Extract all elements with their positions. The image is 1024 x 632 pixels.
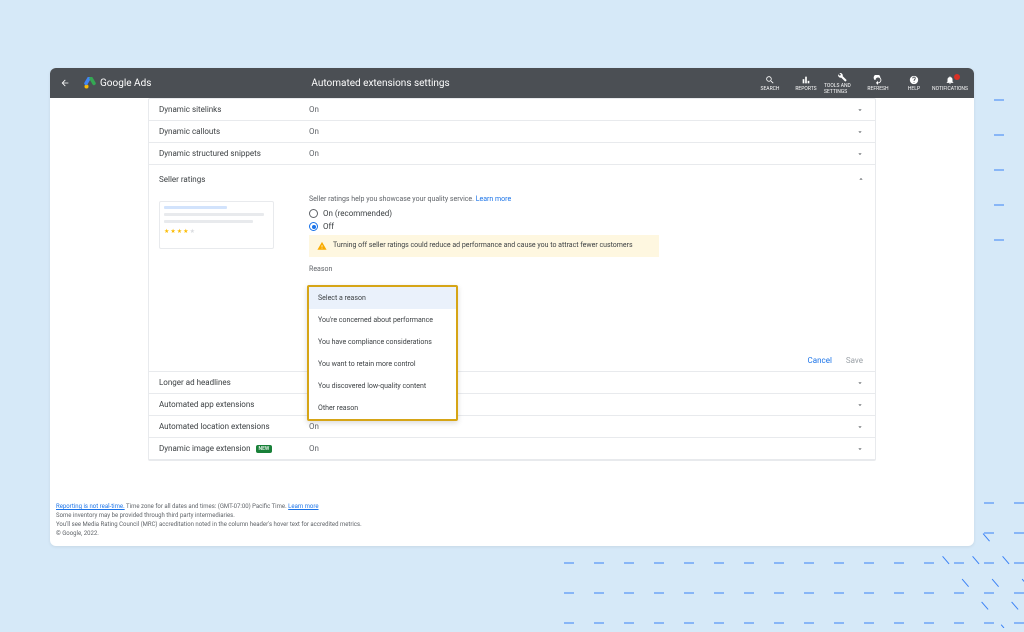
- dropdown-option[interactable]: Other reason: [309, 397, 456, 419]
- warning-banner: Turning off seller ratings could reduce …: [309, 235, 659, 257]
- learn-more-link[interactable]: Learn more: [288, 503, 318, 510]
- refresh-icon: [873, 75, 883, 85]
- collapse-icon[interactable]: [857, 175, 865, 185]
- search-button[interactable]: SEARCH: [752, 72, 788, 95]
- radio-icon: [309, 222, 318, 231]
- row-value: On: [309, 444, 845, 453]
- row-automated-app-extensions[interactable]: Automated app extensions On: [149, 394, 875, 416]
- row-value: On: [309, 105, 845, 114]
- dropdown-option[interactable]: You're concerned about performance: [309, 309, 456, 331]
- save-button[interactable]: Save: [846, 356, 863, 365]
- row-automated-location-extensions[interactable]: Automated location extensions On: [149, 416, 875, 438]
- row-label: Automated location extensions: [159, 422, 270, 431]
- expand-icon: [845, 106, 875, 114]
- reports-button[interactable]: REPORTS: [788, 72, 824, 95]
- row-label: Automated app extensions: [159, 400, 254, 409]
- search-icon: [765, 75, 775, 85]
- row-value: On: [309, 149, 845, 158]
- page-title: Automated extensions settings: [311, 78, 449, 89]
- row-label: Dynamic structured snippets: [159, 149, 261, 158]
- expand-icon: [845, 379, 875, 387]
- notification-badge: [954, 74, 960, 80]
- wrench-icon: [837, 72, 847, 82]
- row-longer-ad-headlines[interactable]: Longer ad headlines On: [149, 372, 875, 394]
- content-area: Dynamic sitelinks On Dynamic callouts On…: [50, 98, 974, 461]
- action-bar: Cancel Save: [149, 350, 875, 371]
- back-button[interactable]: [50, 78, 80, 88]
- reports-icon: [801, 75, 811, 85]
- reason-label: Reason: [309, 265, 875, 273]
- row-dynamic-sitelinks[interactable]: Dynamic sitelinks On: [149, 99, 875, 121]
- star-rating-icon: ★★★★★: [164, 229, 269, 235]
- expand-icon: [845, 445, 875, 453]
- row-seller-ratings-expanded: Seller ratings ★★★★★ Seller ratings help…: [149, 165, 875, 372]
- row-label: Dynamic sitelinks: [159, 105, 221, 114]
- row-label: Seller ratings: [159, 175, 309, 185]
- expand-icon: [845, 401, 875, 409]
- row-label: Dynamic callouts: [159, 127, 220, 136]
- notifications-button[interactable]: NOTIFICATIONS: [932, 72, 968, 95]
- description-text: Seller ratings help you showcase your qu…: [309, 195, 875, 203]
- reporting-link[interactable]: Reporting is not real-time.: [56, 503, 125, 510]
- warning-icon: [317, 241, 327, 251]
- app-shell: Google Ads Automated extensions settings…: [50, 68, 974, 546]
- radio-icon: [309, 209, 318, 218]
- row-label: Longer ad headlines: [159, 378, 231, 387]
- google-ads-icon: [84, 77, 96, 89]
- radio-off[interactable]: Off: [309, 222, 875, 231]
- product-name: Google Ads: [100, 78, 151, 89]
- dropdown-option[interactable]: You discovered low-quality content: [309, 375, 456, 397]
- tools-settings-button[interactable]: TOOLS AND SETTINGS: [824, 72, 860, 95]
- row-value: On: [309, 127, 845, 136]
- expand-icon: [845, 150, 875, 158]
- help-icon: [909, 75, 919, 85]
- topbar: Google Ads Automated extensions settings…: [50, 68, 974, 98]
- new-badge: NEW: [256, 445, 273, 453]
- product-logo: Google Ads: [80, 77, 151, 89]
- radio-on[interactable]: On (recommended): [309, 209, 875, 218]
- row-value: On: [309, 422, 845, 431]
- dropdown-option[interactable]: You have compliance considerations: [309, 331, 456, 353]
- settings-list: Dynamic sitelinks On Dynamic callouts On…: [148, 98, 876, 461]
- expand-icon: [845, 423, 875, 431]
- refresh-button[interactable]: REFRESH: [860, 72, 896, 95]
- footer-text: Reporting is not real-time. Time zone fo…: [56, 502, 362, 538]
- row-dynamic-image-extension[interactable]: Dynamic image extension NEW On: [149, 438, 875, 460]
- learn-more-link[interactable]: Learn more: [476, 195, 511, 203]
- row-dynamic-callouts[interactable]: Dynamic callouts On: [149, 121, 875, 143]
- seller-ratings-preview: ★★★★★: [159, 201, 274, 249]
- toolbar-buttons: SEARCH REPORTS TOOLS AND SETTINGS REFRES…: [752, 72, 974, 95]
- row-label: Dynamic image extension: [159, 444, 251, 453]
- dropdown-option-placeholder[interactable]: Select a reason: [309, 287, 456, 309]
- reason-dropdown[interactable]: Select a reason You're concerned about p…: [307, 285, 458, 421]
- dropdown-option[interactable]: You want to retain more control: [309, 353, 456, 375]
- expand-icon: [845, 128, 875, 136]
- cancel-button[interactable]: Cancel: [808, 356, 832, 365]
- row-dynamic-structured-snippets[interactable]: Dynamic structured snippets On: [149, 143, 875, 165]
- help-button[interactable]: HELP: [896, 72, 932, 95]
